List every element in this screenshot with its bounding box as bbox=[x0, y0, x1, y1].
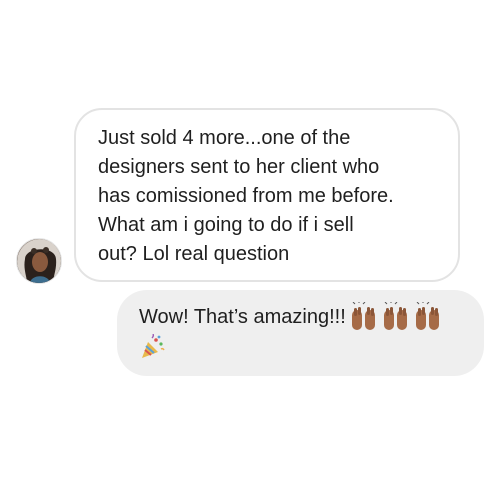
raising-hands-emoji bbox=[382, 302, 410, 332]
sender-avatar[interactable] bbox=[16, 238, 62, 284]
outgoing-message-bubble[interactable]: Wow! That’s amazing!!! bbox=[117, 290, 484, 376]
chat-thread: Just sold 4 more...one of the designers … bbox=[0, 0, 500, 500]
raising-hands-emoji bbox=[414, 302, 442, 332]
incoming-message-bubble[interactable]: Just sold 4 more...one of the designers … bbox=[74, 108, 460, 282]
avatar-image bbox=[17, 239, 61, 283]
emoji-row bbox=[139, 334, 464, 365]
party-popper-emoji bbox=[139, 334, 165, 360]
incoming-message-text: Just sold 4 more...one of the designers … bbox=[98, 127, 394, 265]
incoming-message-row: Just sold 4 more...one of the designers … bbox=[16, 108, 486, 284]
outgoing-message-text: Wow! That’s amazing!!! bbox=[139, 305, 346, 328]
raising-hands-emoji bbox=[350, 302, 378, 332]
